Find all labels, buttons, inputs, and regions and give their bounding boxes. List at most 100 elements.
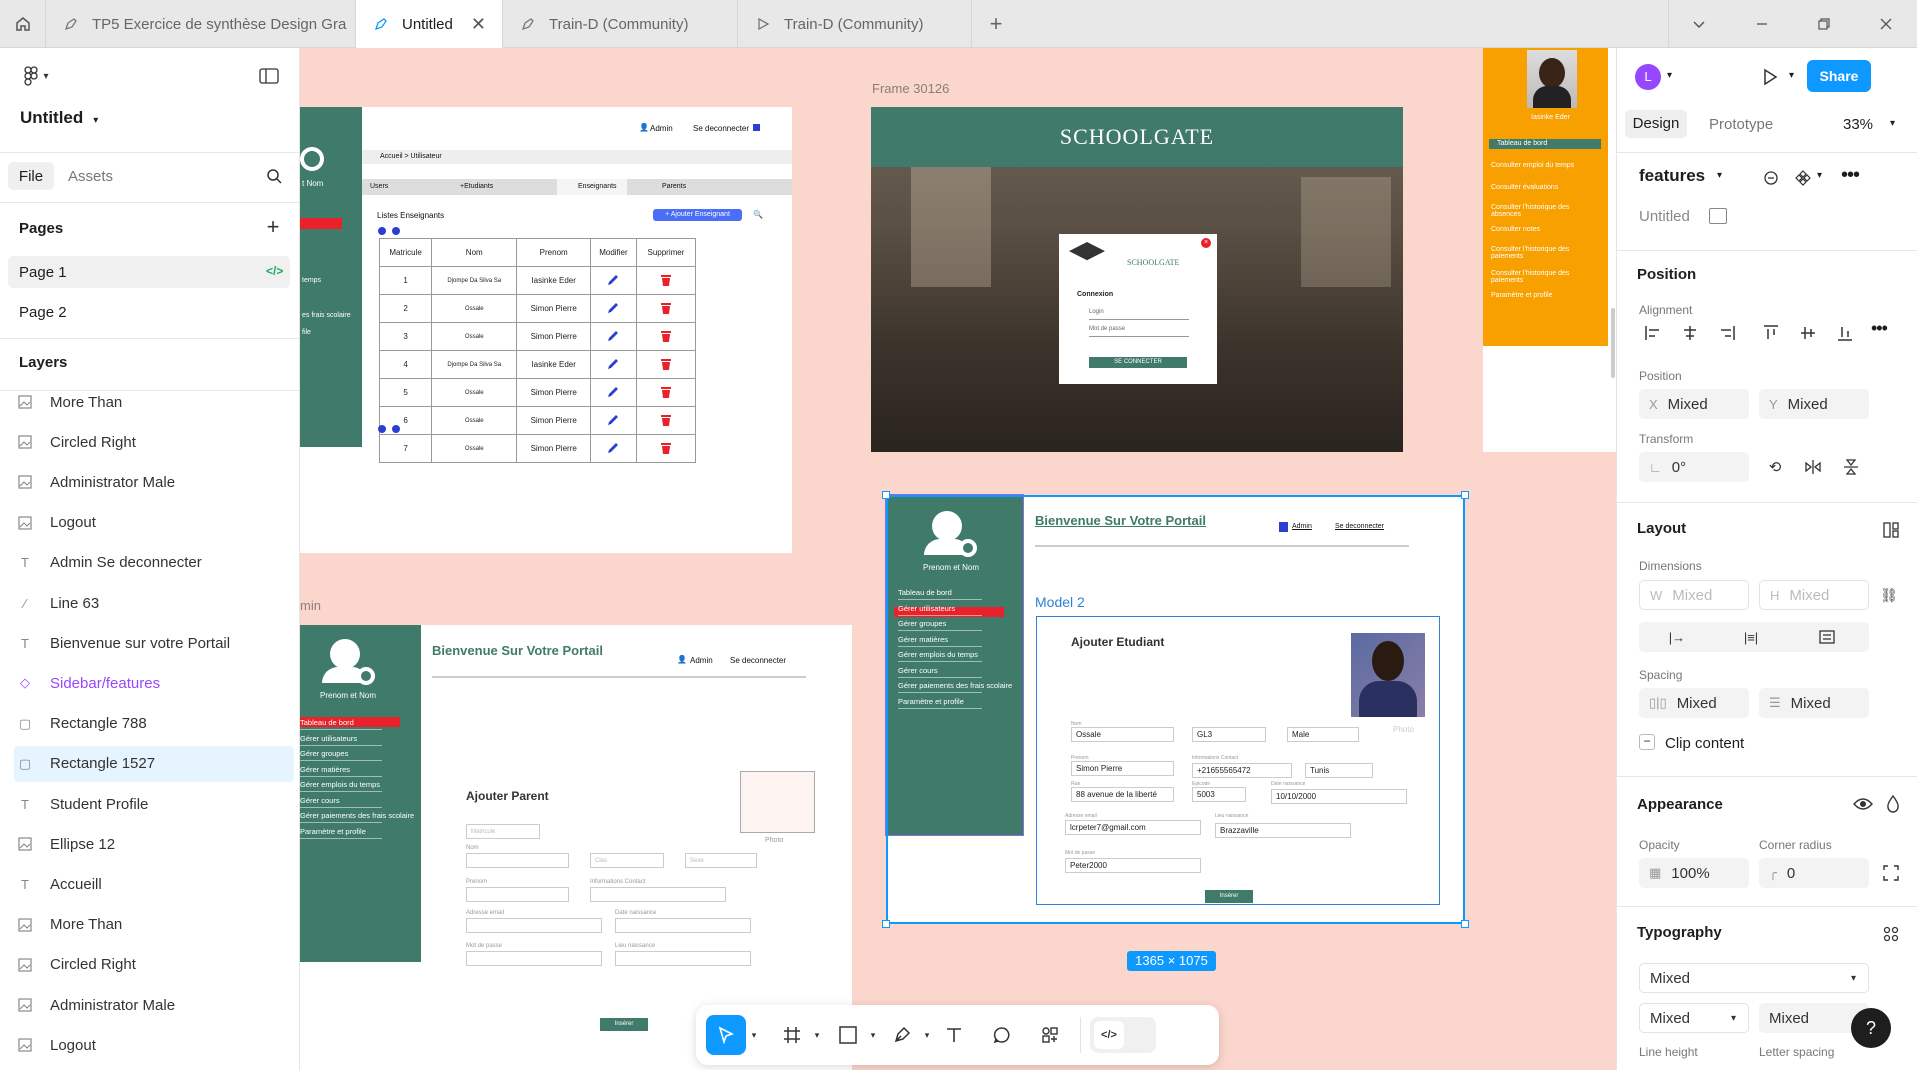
rectangle-tool-icon[interactable]	[832, 1019, 864, 1051]
parent-frame[interactable]: Prenom et Nom Tableau de bord Gérer utili…	[300, 625, 852, 1070]
new-tab-icon[interactable]: +	[972, 0, 1020, 48]
insert-button[interactable]: Insérer	[600, 1018, 648, 1031]
edit-pencil-icon[interactable]	[590, 434, 637, 463]
tab-untitled[interactable]: Untitled ✕	[356, 0, 503, 48]
pen-tool-icon[interactable]	[886, 1019, 918, 1051]
nom-input[interactable]	[466, 853, 569, 868]
sidebar-item[interactable]: Consulter notes	[1491, 226, 1599, 233]
chevron-down-icon[interactable]: ▾	[1667, 70, 1672, 81]
tab-assets[interactable]: Assets	[68, 168, 113, 185]
tab-file[interactable]: File	[8, 162, 54, 190]
zoom-level[interactable]: 33%	[1843, 116, 1873, 133]
selection-handle[interactable]	[1461, 920, 1469, 928]
text-tool-icon[interactable]	[938, 1019, 970, 1051]
password-input[interactable]	[466, 951, 602, 966]
chevron-down-icon[interactable]: ▾	[920, 1025, 934, 1045]
edit-pencil-icon[interactable]	[590, 378, 637, 407]
layer-item[interactable]: ▢ Rectangle 1527	[14, 745, 294, 782]
tab-design[interactable]: Design	[1625, 110, 1687, 138]
sidebar-item[interactable]: Gérer groupes	[300, 749, 382, 761]
minimize-icon[interactable]	[1740, 0, 1784, 48]
tab-train-d-2[interactable]: Train-D (Community)	[738, 0, 972, 48]
delete-trash-icon[interactable]	[635, 322, 697, 351]
height-field[interactable]: H Mixed	[1759, 580, 1869, 610]
layer-item[interactable]: ◇ Sidebar/features	[14, 665, 294, 701]
more-icon[interactable]: •••	[1871, 318, 1888, 339]
layer-item[interactable]: More Than	[14, 907, 294, 943]
sidebar-item[interactable]: Gérer emplois du temps	[300, 780, 382, 792]
constrain-proportions-icon[interactable]: ⛓	[1879, 582, 1899, 608]
orange-frame[interactable]: Iasinke Eder Tableau de bord Consulter em…	[1483, 48, 1616, 452]
opacity-field[interactable]: ▦ 100%	[1639, 858, 1749, 888]
chevron-down-icon[interactable]: ▾	[1817, 170, 1822, 181]
layer-item[interactable]: More Than	[14, 384, 294, 420]
y-field[interactable]: Y Mixed	[1759, 389, 1869, 419]
canvas[interactable]: t Nom temps es frais scolaire file 👤 Adm…	[300, 48, 1616, 1070]
close-icon[interactable]: ✕	[471, 14, 486, 35]
sidebar-item[interactable]: Tableau de bord	[1497, 140, 1605, 147]
align-bottom-icon[interactable]	[1829, 318, 1861, 348]
component-reset-icon[interactable]	[1759, 166, 1783, 190]
fixed-size-icon[interactable]	[1797, 622, 1857, 652]
sidebar-item[interactable]: Gérer utilisateurs	[300, 734, 382, 746]
sidebar-item[interactable]: Gérer paiements des frais scolaire	[300, 811, 414, 823]
figma-menu-icon[interactable]: ▾	[16, 64, 56, 88]
frame-label[interactable]: min	[300, 598, 321, 613]
password-input[interactable]: Mot de passe	[1089, 326, 1189, 337]
vertical-spacing-field[interactable]: ☰ Mixed	[1759, 688, 1869, 718]
present-play-icon[interactable]	[1757, 64, 1783, 90]
layer-item[interactable]: Administrator Male	[14, 987, 294, 1023]
delete-trash-icon[interactable]	[635, 434, 697, 463]
matricule-input[interactable]: Matricule	[466, 824, 540, 839]
help-button[interactable]: ?	[1851, 1008, 1891, 1048]
chevron-down-icon[interactable]: ▾	[746, 1025, 762, 1045]
login-card[interactable]: SCHOOLGATE × Connexion Login Mot de pass…	[1059, 234, 1217, 384]
lieu-input[interactable]	[615, 951, 751, 966]
clip-content-label[interactable]: Clip content	[1665, 735, 1744, 752]
tab-tp5[interactable]: TP5 Exercice de synthèse Design Gra	[46, 0, 356, 48]
rotate-icon[interactable]: ⟲	[1759, 452, 1791, 482]
sidebar-item[interactable]: Tableau de bord	[300, 718, 382, 730]
rotation-field[interactable]: ∟ 0°	[1639, 452, 1749, 482]
delete-trash-icon[interactable]	[635, 266, 697, 295]
selection-handle[interactable]	[882, 920, 890, 928]
delete-trash-icon[interactable]	[635, 378, 697, 407]
frame-label[interactable]: Frame 30126	[872, 81, 949, 96]
home-icon[interactable]	[0, 0, 46, 48]
auto-layout-icon[interactable]	[1879, 518, 1903, 542]
sidebar-item[interactable]: Consulter l'historique des paiements	[1491, 270, 1599, 284]
scroll-thumb[interactable]	[1611, 308, 1615, 378]
prenom-input[interactable]	[466, 887, 569, 902]
tab-train-d-1[interactable]: Train-D (Community)	[503, 0, 738, 48]
width-field[interactable]: W Mixed	[1639, 580, 1749, 610]
layer-item[interactable]: ▢ Rectangle 788	[14, 706, 294, 742]
sexe-select[interactable]: Sexe	[685, 853, 757, 868]
corner-radius-field[interactable]: ╭ 0	[1759, 858, 1869, 888]
sidebar-item[interactable]: Consulter évaluations	[1491, 184, 1599, 191]
pagination-prev-icon[interactable]	[378, 227, 386, 235]
book-icon[interactable]	[1709, 208, 1727, 224]
layer-item[interactable]: Circled Right	[14, 947, 294, 983]
sidebar-item[interactable]: Gérer cours	[300, 796, 382, 808]
edit-pencil-icon[interactable]	[590, 294, 637, 323]
blend-mode-icon[interactable]	[1881, 792, 1905, 816]
fill-width-icon[interactable]: |≡|	[1721, 622, 1781, 652]
frame-tool-icon[interactable]	[776, 1019, 808, 1051]
add-teacher-button[interactable]: + Ajouter Enseignant	[653, 209, 742, 221]
layer-item[interactable]: Ellipse 12	[14, 826, 294, 862]
align-center-v-icon[interactable]	[1792, 318, 1824, 348]
component-name[interactable]: features	[1639, 166, 1705, 186]
layer-item[interactable]: Logout	[14, 505, 294, 541]
eye-icon[interactable]	[1851, 792, 1875, 816]
more-icon[interactable]: •••	[1841, 164, 1860, 187]
sidebar-item[interactable]: Consulter l'historique des absences	[1491, 204, 1599, 218]
actions-tool-icon[interactable]	[1034, 1019, 1066, 1051]
sidebar-item[interactable]: Gérer matières	[300, 765, 382, 777]
flip-horizontal-icon[interactable]	[1797, 452, 1829, 482]
sidebar-item[interactable]: Consulter emploi du temps	[1491, 162, 1599, 169]
selection-handle[interactable]	[882, 491, 890, 499]
login-input[interactable]: Login	[1089, 309, 1189, 320]
chevron-down-icon[interactable]: ▾	[1789, 70, 1794, 81]
comment-tool-icon[interactable]	[986, 1019, 1018, 1051]
x-field[interactable]: X Mixed	[1639, 389, 1749, 419]
